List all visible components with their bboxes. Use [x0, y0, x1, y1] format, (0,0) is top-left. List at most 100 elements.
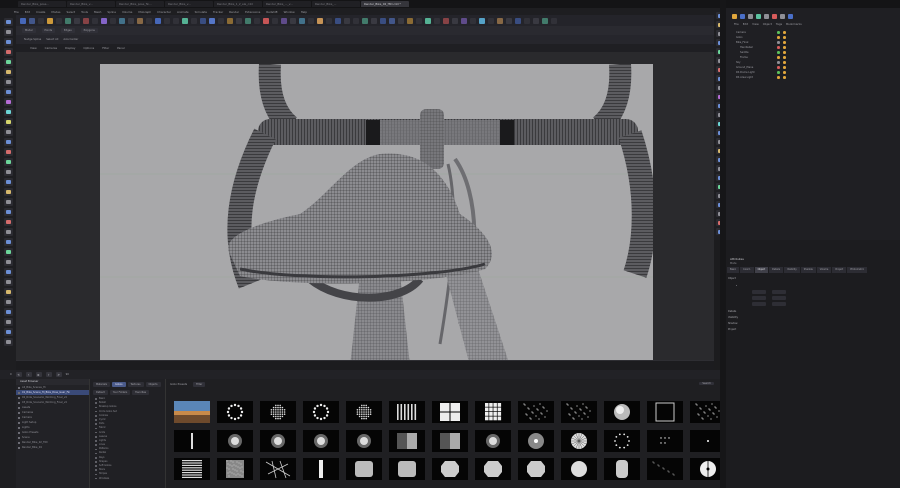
menu-item-volume[interactable]: Volume	[122, 10, 132, 14]
menu-item-character[interactable]: Character	[157, 10, 171, 14]
object-menu-file[interactable]: File	[734, 22, 739, 26]
toolbar-icon[interactable]	[497, 17, 503, 24]
visibility-dot[interactable]	[777, 51, 780, 54]
object-toolbar-icon[interactable]	[764, 13, 769, 19]
tag-icon[interactable]	[783, 51, 786, 54]
toolbar-icon[interactable]	[371, 17, 377, 24]
tag-icon[interactable]	[783, 56, 786, 59]
toolbar-icon[interactable]	[38, 17, 44, 24]
preset-thumbnail[interactable]: Capsule	[604, 458, 640, 480]
step-forward-button[interactable]: ›	[45, 372, 52, 377]
edges-mode-button[interactable]: Edges	[61, 28, 75, 33]
toolbar-icon[interactable]	[119, 17, 125, 24]
object-toolbar-icon[interactable]	[772, 13, 777, 19]
tag-icon[interactable]	[783, 36, 786, 39]
toolbar-icon[interactable]	[254, 17, 260, 24]
toolbar-icon[interactable]	[128, 17, 134, 24]
toolbar-icon[interactable]	[272, 17, 278, 24]
preset-thumbnail[interactable]: Window Frame	[432, 401, 468, 423]
preset-thumbnail[interactable]: Horizontal Blinds	[174, 458, 210, 480]
section-project[interactable]: Project	[728, 328, 736, 331]
polygons-mode-button[interactable]: Polygons	[80, 28, 98, 33]
object-toolbar-icon[interactable]	[788, 13, 793, 19]
attribute-tab[interactable]: Volume	[816, 267, 832, 273]
object-menu-bookmarks[interactable]: Bookmarks	[786, 22, 802, 26]
toolbar-icon[interactable]	[407, 17, 413, 24]
toolbar-icon[interactable]	[335, 17, 341, 24]
preset-thumbnail[interactable]: Soft Falloff	[303, 430, 339, 452]
go-to-start-button[interactable]: «	[15, 372, 22, 377]
tool-icon[interactable]	[3, 278, 13, 286]
object-toolbar-icon[interactable]	[740, 13, 745, 19]
category-tab[interactable]: Objects	[145, 382, 161, 387]
viewport-menu-view[interactable]: View	[30, 46, 37, 50]
toolbar-icon[interactable]	[101, 17, 107, 24]
viewport-menu-panel[interactable]: Panel	[117, 46, 125, 50]
tool-icon[interactable]	[3, 88, 13, 96]
preset-thumbnail[interactable]: Ring Dots	[303, 401, 339, 423]
toolbar-icon[interactable]	[47, 17, 53, 24]
preset-thumbnail[interactable]: Octagon Soft	[518, 458, 554, 480]
preset-thumbnail[interactable]: Blinds Vertical	[389, 401, 425, 423]
tag-icon[interactable]	[783, 61, 786, 64]
tag-icon[interactable]	[783, 71, 786, 74]
toolbar-icon[interactable]	[353, 17, 359, 24]
toolbar-icon[interactable]	[434, 17, 440, 24]
toolbar-icon[interactable]	[74, 17, 80, 24]
object-toolbar-icon[interactable]	[756, 13, 761, 19]
attr-field[interactable]	[752, 296, 766, 300]
attribute-tab[interactable]: Photometric	[847, 267, 868, 273]
attribute-tab[interactable]: Details	[769, 267, 784, 273]
toolbar-icon[interactable]	[506, 17, 512, 24]
toolbar-icon[interactable]	[461, 17, 467, 24]
toolbar-icon[interactable]	[200, 17, 206, 24]
viewport-menu-options[interactable]: Options	[83, 46, 94, 50]
toolbar-icon[interactable]	[137, 17, 143, 24]
preset-thumbnail[interactable]: Cracks	[260, 458, 296, 480]
preset-thumbnail[interactable]: Soft Sphere	[604, 401, 640, 423]
section-object[interactable]: Object	[728, 277, 736, 280]
toolbar-icon[interactable]	[65, 17, 71, 24]
attribute-tab[interactable]: Basic	[727, 267, 740, 273]
preset-thumbnail[interactable]: Dots Ring	[604, 430, 640, 452]
object-menu-edit[interactable]: Edit	[743, 22, 748, 26]
preset-thumbnail[interactable]: Blinds Square	[217, 458, 253, 480]
preset-thumbnail[interactable]: Soft Rectangle	[389, 458, 425, 480]
toolbar-icon[interactable]	[317, 17, 323, 24]
preset-thumbnail[interactable]: Square Frame	[647, 401, 683, 423]
preset-thumbnail[interactable]: Dot Cluster	[647, 430, 683, 452]
toolbar-icon[interactable]	[542, 17, 548, 24]
visibility-dot[interactable]	[777, 71, 780, 74]
section-shadow[interactable]: Shadow	[728, 322, 737, 325]
tool-icon[interactable]	[3, 138, 13, 146]
preset-thumbnail[interactable]: Radial Soft	[346, 430, 382, 452]
viewport-menu-cameras[interactable]: Cameras	[45, 46, 57, 50]
tool-icon[interactable]	[3, 258, 13, 266]
tool-icon[interactable]	[3, 188, 13, 196]
attr-field[interactable]	[772, 296, 786, 300]
object-toolbar-icon[interactable]	[780, 13, 785, 19]
object-toolbar-icon[interactable]	[732, 13, 737, 19]
tag-icon[interactable]	[783, 76, 786, 79]
tool-icon[interactable]	[3, 128, 13, 136]
menu-item-file[interactable]: File	[14, 10, 19, 14]
toolbar-icon[interactable]	[416, 17, 422, 24]
menu-item-tools[interactable]: Tools	[81, 10, 88, 14]
tool-icon[interactable]	[3, 148, 13, 156]
axis-center-button[interactable]: Axis Center	[63, 38, 78, 41]
tool-icon[interactable]	[3, 18, 13, 26]
toolbar-icon[interactable]	[191, 17, 197, 24]
tool-icon[interactable]	[3, 268, 13, 276]
timeline-ruler[interactable]	[16, 360, 714, 370]
toolbar-icon[interactable]	[479, 17, 485, 24]
attributes-mode-menu[interactable]: Mode	[730, 262, 737, 265]
toolbar-icon[interactable]	[344, 17, 350, 24]
visibility-dot[interactable]	[777, 36, 780, 39]
tool-icon[interactable]	[3, 98, 13, 106]
tag-icon[interactable]	[783, 41, 786, 44]
tool-icon[interactable]	[3, 48, 13, 56]
preset-thumbnail[interactable]: Glow Orb	[561, 458, 597, 480]
object-menu-view[interactable]: View	[752, 22, 759, 26]
doc-tab[interactable]: Render_Bike_...	[312, 1, 360, 7]
tool-icon[interactable]	[3, 208, 13, 216]
